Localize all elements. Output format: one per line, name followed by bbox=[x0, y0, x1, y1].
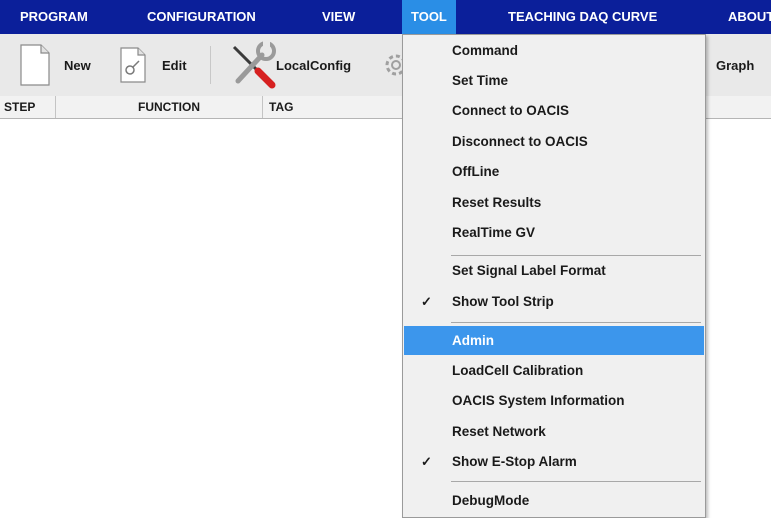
menu-item-realtime-gv[interactable]: RealTime GV bbox=[404, 218, 704, 247]
column-header-tag[interactable]: TAG bbox=[263, 96, 403, 118]
menu-item-label: Set Time bbox=[452, 73, 509, 88]
column-header-step[interactable]: STEP bbox=[0, 96, 56, 118]
menu-bar: PROGRAM CONFIGURATION VIEW TOOL TEACHING… bbox=[0, 0, 771, 34]
menu-item-offline[interactable]: OffLine bbox=[404, 157, 704, 186]
menu-item-label: Set Signal Label Format bbox=[452, 263, 606, 278]
menu-item-set-signal-label-format[interactable]: Set Signal Label Format bbox=[404, 256, 704, 285]
new-document-icon bbox=[18, 43, 52, 87]
menu-item-debugmode[interactable]: DebugMode bbox=[404, 486, 704, 515]
menu-item-label: Admin bbox=[452, 333, 494, 348]
menu-item-reset-network[interactable]: Reset Network bbox=[404, 417, 704, 446]
menu-item-command[interactable]: Command bbox=[404, 36, 704, 65]
new-button[interactable]: New bbox=[18, 34, 91, 96]
menu-teaching-daq-curve[interactable]: TEACHING DAQ CURVE bbox=[508, 0, 657, 34]
menu-item-label: OACIS System Information bbox=[452, 393, 625, 408]
edit-button[interactable]: Edit bbox=[118, 34, 187, 96]
menu-item-connect-to-oacis[interactable]: Connect to OACIS bbox=[404, 96, 704, 125]
localconfig-button[interactable]: LocalConfig bbox=[228, 34, 351, 96]
menu-item-show-tool-strip[interactable]: ✓ Show Tool Strip bbox=[404, 287, 704, 316]
menu-about[interactable]: ABOUT bbox=[728, 0, 771, 34]
menu-separator bbox=[451, 481, 701, 482]
menu-item-label: Show E-Stop Alarm bbox=[452, 454, 577, 469]
menu-item-show-e-stop-alarm[interactable]: ✓ Show E-Stop Alarm bbox=[404, 447, 704, 476]
menu-item-disconnect-to-oacis[interactable]: Disconnect to OACIS bbox=[404, 127, 704, 156]
menu-item-loadcell-calibration[interactable]: LoadCell Calibration bbox=[404, 356, 704, 385]
menu-view[interactable]: VIEW bbox=[322, 0, 355, 34]
menu-item-label: Connect to OACIS bbox=[452, 103, 569, 118]
menu-item-reset-results[interactable]: Reset Results bbox=[404, 188, 704, 217]
checkmark-icon: ✓ bbox=[421, 294, 432, 309]
graph-button[interactable]: Graph bbox=[706, 34, 754, 96]
menu-configuration[interactable]: CONFIGURATION bbox=[147, 0, 256, 34]
menu-item-label: Reset Network bbox=[452, 424, 546, 439]
new-button-label: New bbox=[64, 57, 91, 73]
menu-item-label: RealTime GV bbox=[452, 225, 536, 240]
edit-button-label: Edit bbox=[162, 57, 187, 73]
menu-item-set-time[interactable]: Set Time bbox=[404, 66, 704, 95]
edit-document-icon bbox=[118, 46, 148, 84]
menu-tool[interactable]: TOOL bbox=[402, 0, 456, 34]
menu-item-label: OffLine bbox=[452, 164, 500, 179]
menu-item-label: Reset Results bbox=[452, 195, 542, 210]
checkmark-icon: ✓ bbox=[421, 454, 432, 469]
tool-menu-dropdown: Command Set Time Connect to OACIS Discon… bbox=[402, 34, 706, 518]
menu-program[interactable]: PROGRAM bbox=[20, 0, 88, 34]
settings-button[interactable] bbox=[384, 34, 407, 96]
toolbar-separator bbox=[210, 46, 211, 84]
graph-button-label: Graph bbox=[716, 57, 755, 73]
menu-item-label: Disconnect to OACIS bbox=[452, 134, 588, 149]
gear-icon bbox=[384, 47, 407, 83]
menu-item-label: Command bbox=[452, 43, 519, 58]
menu-item-admin[interactable]: Admin bbox=[404, 326, 704, 355]
menu-separator bbox=[451, 322, 701, 323]
menu-item-label: LoadCell Calibration bbox=[452, 363, 584, 378]
menu-item-oacis-system-information[interactable]: OACIS System Information bbox=[404, 386, 704, 415]
menu-item-label: Show Tool Strip bbox=[452, 294, 554, 309]
menu-item-label: DebugMode bbox=[452, 493, 530, 508]
localconfig-button-label: LocalConfig bbox=[276, 57, 352, 73]
column-header-function[interactable]: FUNCTION bbox=[56, 96, 263, 118]
wrench-screwdriver-icon bbox=[228, 41, 276, 89]
